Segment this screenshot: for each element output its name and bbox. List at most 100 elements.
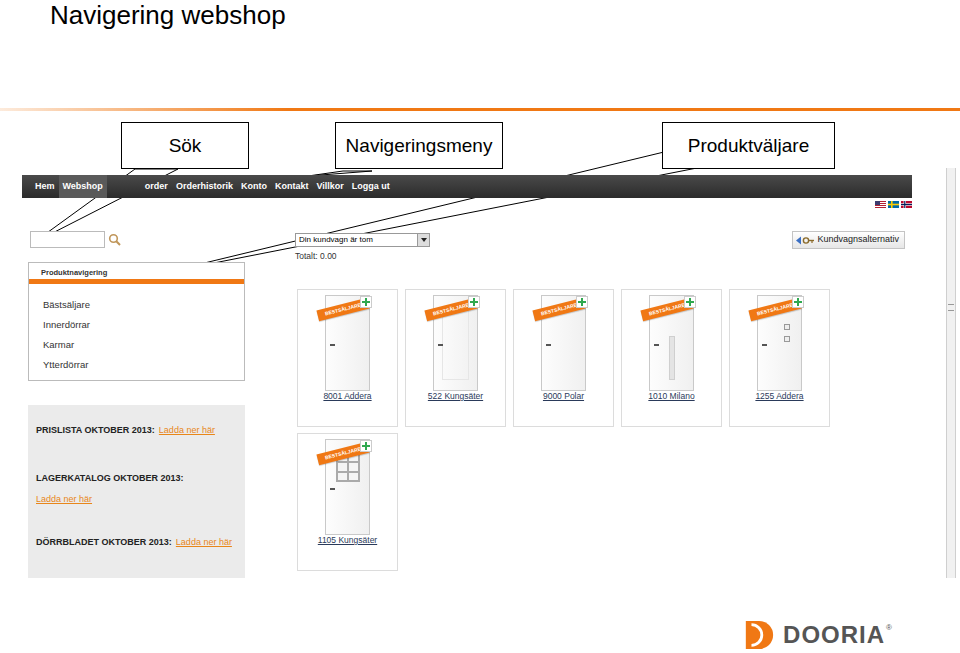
dooria-logo: DOORIA® (0, 619, 892, 651)
nav-item[interactable]: Konto (237, 175, 271, 198)
add-button[interactable] (360, 296, 372, 308)
scrollbar[interactable] (946, 168, 956, 578)
add-button[interactable] (792, 296, 804, 308)
category-item[interactable]: Bästsäljare (43, 295, 230, 315)
left-column: Produktnavigering BästsäljareInnerdörrarK… (28, 262, 245, 578)
window-pane (349, 473, 358, 480)
product-card[interactable]: BESTSÄLJARE522 Kungsäter (405, 289, 506, 427)
cart-total: Totalt: 0.00 (295, 251, 430, 262)
product-picture[interactable]: BESTSÄLJARE (406, 290, 505, 391)
download-entry: DÖRRBLADET OKTOBER 2013:Ladda ner här (36, 535, 237, 549)
search-field[interactable] (30, 231, 105, 248)
product-navigation-title: Produktnavigering (29, 263, 244, 279)
callout-row: SökNavigeringsmenyProduktväljare (0, 122, 960, 169)
download-entry: LAGERKATALOG OKTOBER 2013: Ladda ner här (36, 471, 237, 506)
plus-icon (361, 441, 371, 451)
product-picture[interactable]: BESTSÄLJARE (622, 290, 721, 391)
product-name[interactable]: 9000 Polar (543, 391, 584, 402)
language-flags (0, 198, 912, 210)
cart-dropdown-text: Din kundvagn är tom (296, 234, 417, 246)
nav-item[interactable]: Logga ut (348, 175, 394, 198)
product-name[interactable]: 522 Kungsäter (428, 391, 483, 402)
product-picture[interactable]: BESTSÄLJARE (730, 290, 829, 391)
cart-options-label: Kundvagnsalternativ (817, 233, 899, 247)
add-button[interactable] (576, 296, 588, 308)
accent-rule (0, 108, 960, 111)
download-link[interactable]: Ladda ner här (36, 492, 237, 506)
product-card[interactable]: BESTSÄLJARE1105 Kungsäter (297, 433, 398, 571)
callout-box: Produktväljare (662, 122, 835, 169)
glass-strip (669, 336, 675, 380)
door-handle (762, 344, 767, 346)
add-button[interactable] (360, 440, 372, 452)
key-icon (796, 235, 814, 246)
selector-pointer (163, 152, 702, 273)
download-label: PRISLISTA OKTOBER 2013: (36, 425, 155, 435)
nav-item[interactable]: Kontakt (271, 175, 313, 198)
product-name[interactable]: 1105 Kungsäter (318, 535, 377, 546)
search-group (30, 231, 121, 248)
swedish-flag-icon[interactable] (888, 201, 899, 208)
nav-item[interactable]: Webshop (59, 175, 107, 198)
product-name[interactable]: 8001 Addera (323, 391, 371, 402)
dropdown-arrow[interactable] (417, 234, 429, 246)
plus-icon (361, 297, 371, 307)
download-label: LAGERKATALOG OKTOBER 2013: (36, 473, 184, 483)
category-item[interactable]: Ytterdörrar (43, 355, 230, 375)
slide-title: Navigering webshop (50, 0, 960, 30)
product-picture[interactable]: BESTSÄLJARE (298, 434, 397, 535)
window-square (784, 336, 790, 342)
toolbar: Din kundvagn är tom Totalt: 0.00 Kundvagns… (0, 231, 946, 262)
plus-icon (469, 297, 479, 307)
door-panel (442, 306, 469, 380)
nav-item[interactable]: order (141, 175, 172, 198)
product-card[interactable]: BESTSÄLJARE1010 Milano (621, 289, 722, 427)
product-navigation: Produktnavigering BästsäljareInnerdörrarK… (28, 262, 245, 381)
cart-summary: Din kundvagn är tom Totalt: 0.00 (295, 233, 430, 262)
cart-options-button[interactable]: Kundvagnsalternativ (792, 231, 905, 249)
nav-item[interactable]: Hem (31, 175, 59, 198)
webshop-page: HemWebshop orderOrderhistorikKontoKontakt… (0, 175, 946, 578)
scroll-grip[interactable] (948, 304, 954, 311)
category-list: BästsäljareInnerdörrarKarmarYtterdörrar (29, 284, 244, 380)
window-pane (338, 463, 347, 470)
cart-dropdown[interactable]: Din kundvagn är tom (295, 233, 430, 247)
nav-item[interactable]: Villkor (312, 175, 347, 198)
content-area: Produktnavigering BästsäljareInnerdörrarK… (0, 262, 946, 578)
download-entry: PRISLISTA OKTOBER 2013: Ladda ner här (36, 423, 237, 437)
norwegian-flag-icon[interactable] (901, 201, 912, 208)
category-item[interactable]: Innerdörrar (43, 315, 230, 335)
product-picture[interactable]: BESTSÄLJARE (298, 290, 397, 391)
product-picture[interactable]: BESTSÄLJARE (514, 290, 613, 391)
logo-text: DOORIA (783, 622, 885, 648)
download-link[interactable]: Ladda ner här (159, 425, 215, 435)
downloads-box: PRISLISTA OKTOBER 2013:Ladda ner härLAGE… (28, 405, 245, 578)
download-link[interactable]: Ladda ner här (176, 537, 232, 547)
us-flag-icon[interactable] (875, 201, 886, 208)
product-name[interactable]: 1255 Addera (755, 391, 803, 402)
product-card[interactable]: BESTSÄLJARE9000 Polar (513, 289, 614, 427)
door-handle (330, 488, 335, 490)
product-selector: BESTSÄLJARE8001 AdderaBESTSÄLJARE522 Kun… (297, 289, 830, 571)
add-button[interactable] (468, 296, 480, 308)
door-handle (438, 344, 443, 346)
callout-box: Sök (121, 122, 249, 169)
plus-icon (577, 297, 587, 307)
magnifier-icon[interactable] (108, 233, 121, 246)
category-item[interactable]: Karmar (43, 335, 230, 355)
webshop-screenshot: HemWebshop orderOrderhistorikKontoKontakt… (0, 175, 960, 578)
product-card[interactable]: BESTSÄLJARE8001 Addera (297, 289, 398, 427)
product-name[interactable]: 1010 Milano (648, 391, 694, 402)
door-handle (654, 344, 659, 346)
orange-bar (29, 279, 244, 284)
nav-item[interactable]: Orderhistorik (172, 175, 237, 198)
door-handle (546, 344, 551, 346)
navigation-menu: HemWebshop orderOrderhistorikKontoKontakt… (22, 175, 912, 198)
plus-icon (685, 297, 695, 307)
plus-icon (793, 297, 803, 307)
window-pane (349, 463, 358, 470)
slide: Navigering webshop SökNavigeringsmenyProd… (0, 0, 960, 653)
down-arrow-icon (421, 238, 427, 242)
add-button[interactable] (684, 296, 696, 308)
product-card[interactable]: BESTSÄLJARE1255 Addera (729, 289, 830, 427)
